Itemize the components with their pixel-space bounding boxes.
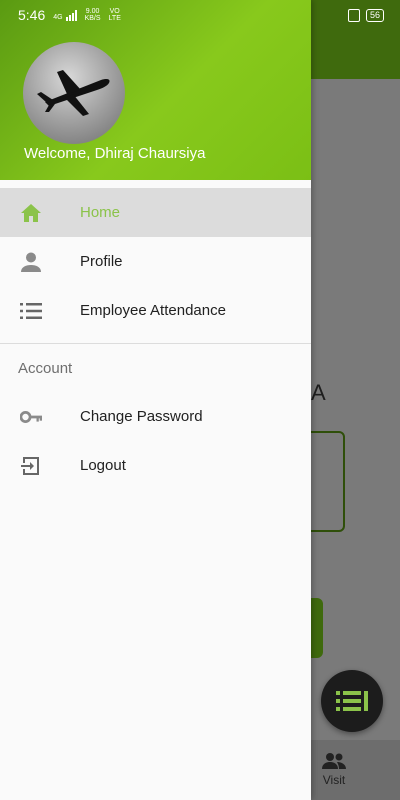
nav-item-visit[interactable]: Visit — [318, 752, 350, 787]
drawer-item-employee-attendance[interactable]: Employee Attendance — [0, 286, 311, 335]
fab-menu-button[interactable] — [321, 670, 383, 732]
drawer-item-profile[interactable]: Profile — [0, 237, 311, 286]
status-time: 5:46 — [18, 7, 46, 23]
airplane-icon — [37, 70, 110, 116]
people-icon — [322, 753, 346, 769]
welcome-text: Welcome, Dhiraj Chaursiya — [24, 145, 206, 162]
drawer-item-change-password[interactable]: Change Password — [0, 392, 311, 441]
drawer-item-label: Logout — [80, 457, 126, 474]
navigation-drawer: Welcome, Dhiraj Chaursiya Home Profile E… — [0, 0, 311, 800]
drawer-item-label: Profile — [80, 253, 123, 270]
battery-icon: 56 — [365, 8, 384, 22]
list-icon — [20, 300, 42, 322]
key-icon — [20, 406, 42, 428]
drawer-item-logout[interactable]: Logout — [0, 441, 311, 490]
drawer-item-label: Change Password — [80, 408, 203, 425]
section-title-account: Account — [18, 359, 73, 377]
drawer-item-label: Home — [80, 204, 121, 221]
drawer-item-label: Employee Attendance — [80, 302, 226, 319]
background-heading: A — [311, 380, 326, 405]
person-icon — [20, 251, 42, 273]
logout-icon — [20, 455, 42, 477]
home-icon — [20, 202, 42, 224]
vibrate-icon — [347, 8, 360, 22]
drawer-item-home[interactable]: Home — [0, 188, 311, 237]
avatar — [23, 42, 125, 144]
nav-item-visit-label: Visit — [322, 773, 346, 787]
volte-indicator: VO LTE — [108, 8, 121, 22]
list-icon — [336, 691, 368, 711]
status-bar: 5:46 4G 9.00 KB/S VO LTE 56 — [0, 0, 400, 30]
network-speed: 9.00 KB/S — [84, 8, 101, 22]
signal-icon: 4G — [53, 9, 77, 21]
drawer-menu: Home Profile Employee Attendance Account — [0, 180, 311, 490]
